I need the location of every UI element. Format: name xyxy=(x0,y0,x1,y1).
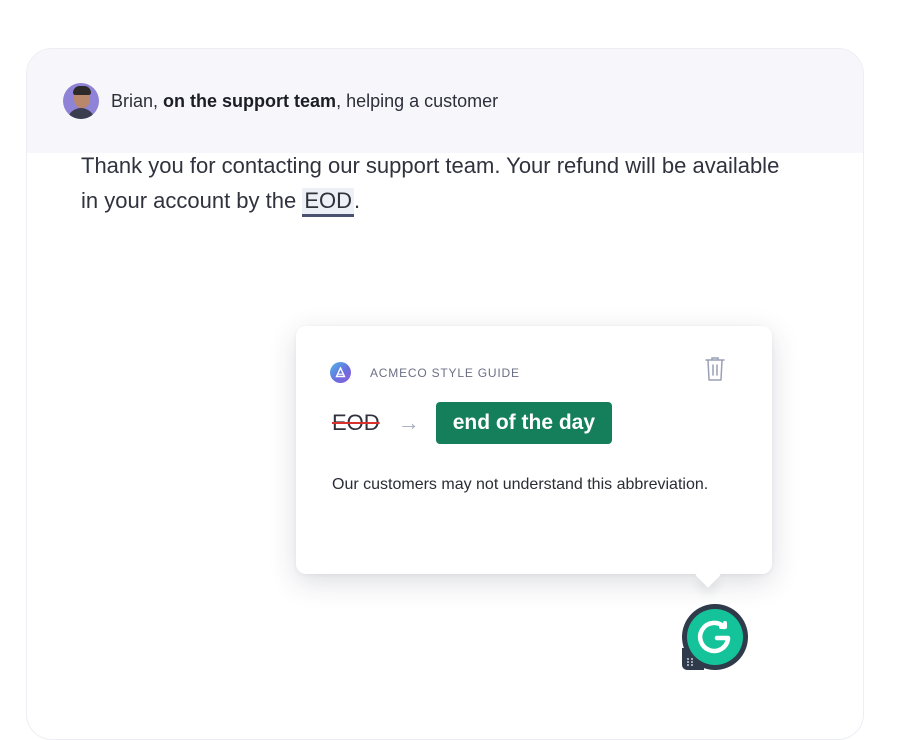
message-text[interactable]: Thank you for contacting our support tea… xyxy=(81,148,801,218)
suggestion-explanation: Our customers may not understand this ab… xyxy=(332,476,709,493)
accept-suggestion-button[interactable]: end of the day xyxy=(435,402,613,444)
author-name: Brian xyxy=(111,90,154,111)
suggestion-row: EOD → end of the day xyxy=(326,402,613,444)
flagged-word[interactable]: EOD xyxy=(302,188,355,217)
arrow-right-icon: → xyxy=(397,410,420,435)
suggestion-card: ACMECO STYLE GUIDE EOD → end of the day … xyxy=(296,326,772,588)
drag-handle-icon[interactable] xyxy=(686,654,694,666)
author-context: , helping a customer xyxy=(336,90,499,111)
author-line: Brian, on the support team, helping a cu… xyxy=(111,90,499,111)
trash-icon[interactable] xyxy=(704,356,726,382)
grammarly-icon xyxy=(687,609,743,665)
style-guide-row: ACMECO STYLE GUIDE xyxy=(330,362,520,383)
grammarly-button[interactable] xyxy=(682,604,748,670)
original-word: EOD xyxy=(332,410,380,435)
style-guide-label: ACMECO STYLE GUIDE xyxy=(370,365,520,380)
author-role: on the support team xyxy=(163,90,337,111)
card-header: Brian, on the support team, helping a cu… xyxy=(27,49,863,153)
style-guide-logo-icon xyxy=(330,362,351,383)
avatar xyxy=(63,83,99,119)
